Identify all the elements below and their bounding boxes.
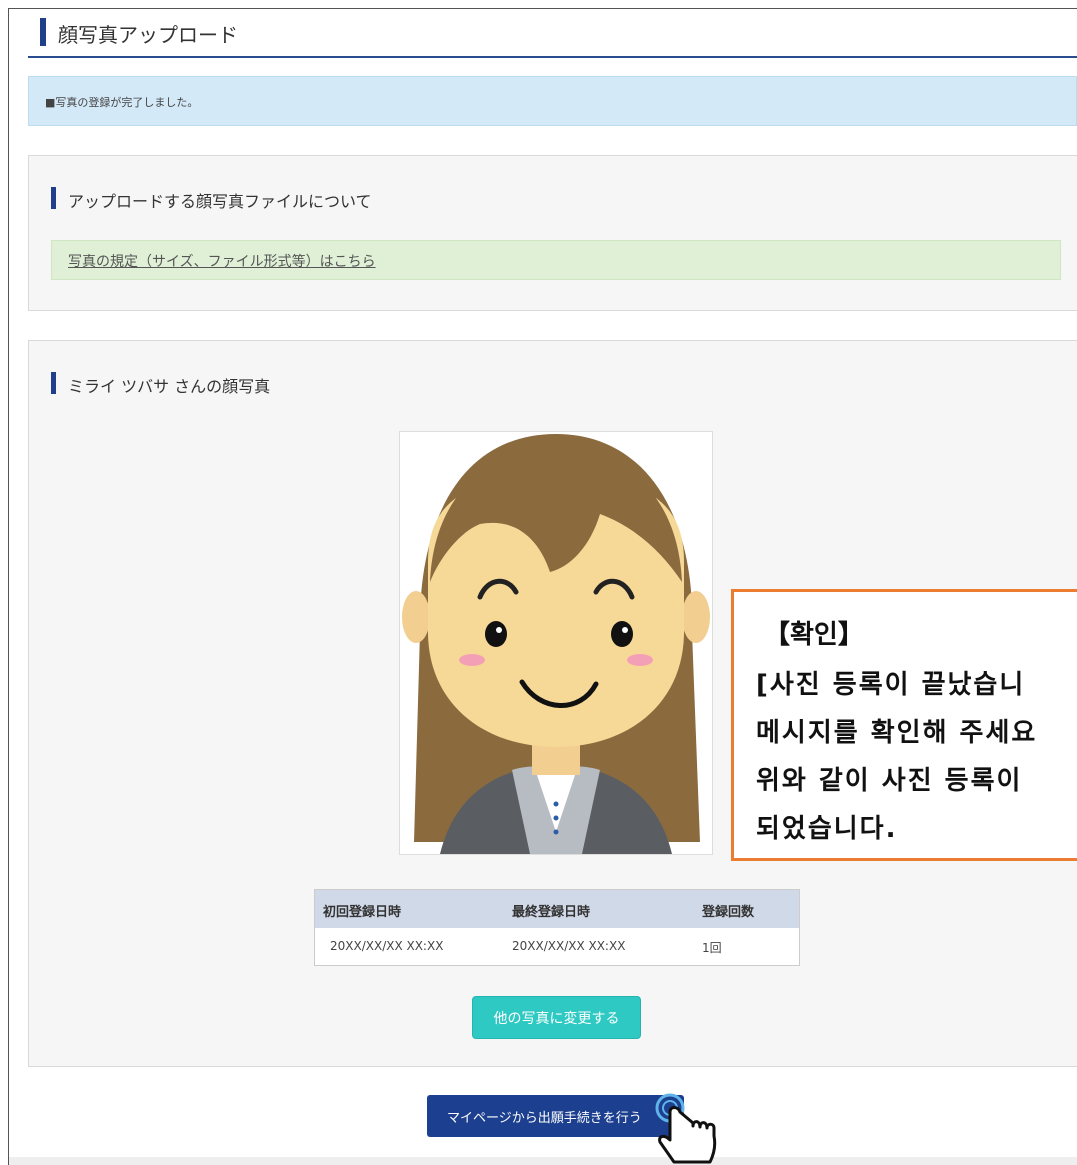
hand-pointer-icon bbox=[655, 1093, 717, 1164]
table-header: 登録回数 bbox=[702, 905, 755, 920]
mypage-button-label: マイページから出願手続きを行う bbox=[447, 1110, 642, 1126]
change-photo-button[interactable]: 他の写真に変更する bbox=[472, 996, 641, 1039]
photo-rules-link[interactable]: 写真の規定（サイズ、ファイル形式等）はこちら bbox=[68, 251, 376, 271]
callout-line: 메시지를 확인해 주세요 bbox=[756, 718, 1038, 748]
notice-text: ■写真の登録が完了しました。 bbox=[45, 96, 199, 109]
table-cell: 1回 bbox=[702, 941, 722, 955]
page-title: 顔写真アップロード bbox=[58, 23, 238, 47]
annotation-callout: 【확인】 [사진 등록이 끝났습니 메시지를 확인해 주세요 위와 같이 사진 … bbox=[731, 589, 1077, 861]
section-accent-bar bbox=[51, 187, 56, 209]
section-accent-bar bbox=[51, 372, 56, 394]
callout-line: 되었습니다. bbox=[756, 814, 898, 844]
upload-info-panel: アップロードする顔写真ファイルについて 写真の規定（サイズ、ファイル形式等）はこ… bbox=[28, 155, 1077, 311]
photo-section-title: ミライ ツバサ さんの顔写真 bbox=[68, 377, 271, 396]
callout-line: 위와 같이 사진 등록이 bbox=[756, 766, 1023, 796]
header-accent-bar bbox=[40, 18, 46, 46]
callout-line: [사진 등록이 끝났습니 bbox=[756, 670, 1026, 700]
table-header-row: 初回登録日時 最終登録日時 登録回数 bbox=[315, 890, 799, 928]
face-photo-illustration bbox=[400, 432, 712, 854]
callout-title: 【확인】 bbox=[764, 620, 864, 650]
bottom-strip bbox=[9, 1157, 1077, 1165]
table-header: 最終登録日時 bbox=[512, 905, 591, 920]
success-notice: ■写真の登録が完了しました。 bbox=[28, 76, 1077, 126]
table-cell: 20XX/XX/XX XX:XX bbox=[512, 939, 626, 953]
page-header: 顔写真アップロード bbox=[28, 16, 1077, 58]
photo-rules-box: 写真の規定（サイズ、ファイル形式等）はこちら bbox=[51, 240, 1061, 280]
upload-info-title: アップロードする顔写真ファイルについて bbox=[68, 192, 372, 211]
table-cell: 20XX/XX/XX XX:XX bbox=[330, 939, 444, 953]
face-photo bbox=[399, 431, 713, 855]
registration-table: 初回登録日時 最終登録日時 登録回数 20XX/XX/XX XX:XX 20XX… bbox=[314, 889, 800, 966]
table-header: 初回登録日時 bbox=[323, 905, 402, 920]
mypage-apply-button[interactable]: マイページから出願手続きを行う bbox=[427, 1095, 684, 1137]
